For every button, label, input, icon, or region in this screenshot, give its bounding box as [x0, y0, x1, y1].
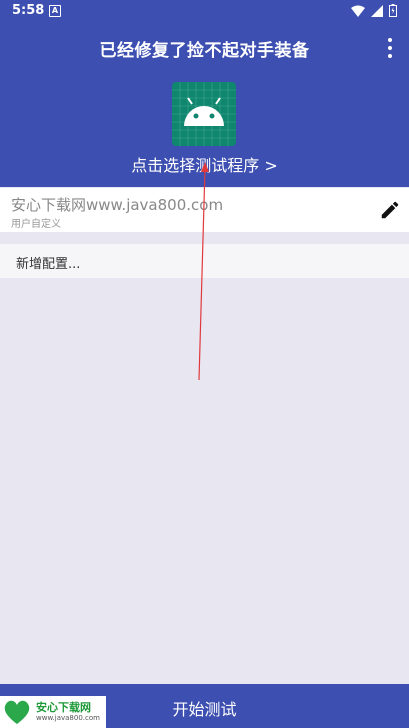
page-title: 已经修复了捡不起对手装备 [99, 41, 310, 61]
signal-icon [371, 4, 383, 17]
edit-pencil-icon[interactable] [379, 199, 401, 221]
app-header: 已经修复了捡不起对手装备 点击选择测试程序 > [0, 22, 409, 187]
status-bar: 5:58 A [0, 0, 409, 22]
app-select-button[interactable] [172, 82, 236, 146]
status-icons [351, 4, 397, 17]
status-time: 5:58 [12, 3, 45, 18]
add-config-row[interactable]: 新增配置... [0, 244, 409, 278]
add-config-label: 新增配置... [16, 257, 81, 272]
heart-logo-icon [4, 700, 30, 724]
android-icon [172, 82, 236, 146]
config-title: 安心下载网www.java800.com [11, 196, 224, 214]
watermark-text: 安心下载网 [36, 701, 91, 714]
wifi-icon [351, 5, 365, 17]
config-subtitle: 用户自定义 [11, 219, 61, 230]
battery-icon [389, 4, 397, 17]
config-card[interactable]: 安心下载网www.java800.com 用户自定义 [0, 188, 409, 232]
watermark-url: www.java800.com [36, 714, 100, 722]
more-vert-icon[interactable] [385, 38, 395, 58]
notification-a-icon: A [49, 5, 61, 17]
select-test-program-link[interactable]: 点击选择测试程序 > [0, 152, 409, 176]
watermark-logo: 安心下载网 www.java800.com [0, 696, 106, 728]
